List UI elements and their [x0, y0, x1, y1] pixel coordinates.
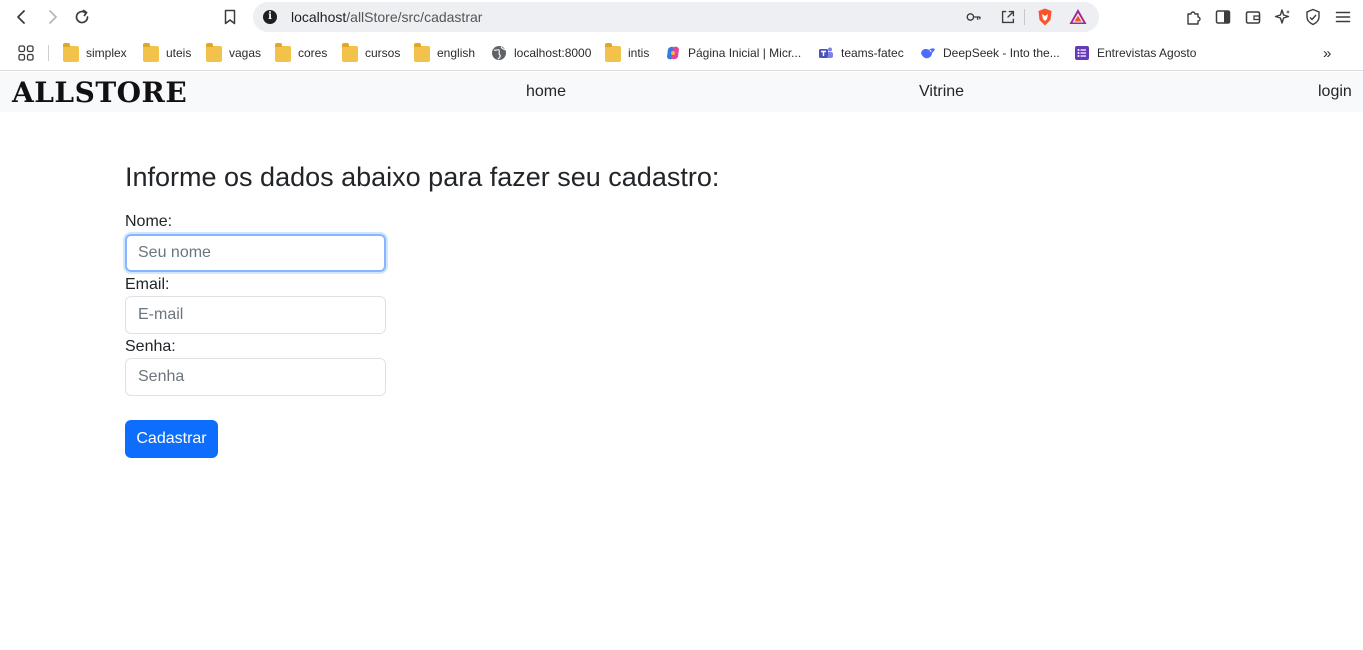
brand-logo[interactable]: ALLSTORE: [12, 76, 187, 109]
back-icon[interactable]: [11, 6, 33, 28]
folder-icon: [275, 43, 291, 62]
bookmark-cursos[interactable]: cursos: [342, 43, 401, 62]
url-path: /allStore/src/cadastrar: [346, 9, 483, 25]
bookmark-label: DeepSeek - Into the...: [943, 46, 1060, 60]
brave-shield-icon[interactable]: [1035, 7, 1055, 27]
apps-grid-icon[interactable]: [15, 42, 37, 64]
forms-icon: [1075, 46, 1089, 60]
bookmark-entrevistas-agosto[interactable]: Entrevistas Agosto: [1074, 44, 1196, 62]
vpn-shield-icon[interactable]: [1302, 6, 1324, 28]
bookmark-intis[interactable]: intis: [605, 43, 650, 62]
bookmark-simplex[interactable]: simplex: [63, 43, 127, 62]
url-text[interactable]: localhost/allStore/src/cadastrar: [291, 9, 482, 25]
address-bar[interactable]: i localhost/allStore/src/cadastrar: [253, 2, 1099, 32]
folder-icon: [414, 43, 430, 62]
folder-icon: [143, 43, 159, 62]
bookmark-teams-fatec[interactable]: teams-fatec: [818, 44, 904, 62]
info-icon[interactable]: i: [263, 10, 277, 24]
bookmark-label: Página Inicial | Micr...: [688, 46, 802, 60]
sidebar-icon[interactable]: [1212, 6, 1234, 28]
bookmark-label: intis: [628, 46, 650, 60]
copilot-icon: [667, 46, 679, 60]
folder-icon: [342, 43, 358, 62]
email-label: Email:: [125, 276, 170, 293]
forward-icon[interactable]: [41, 6, 63, 28]
folder-icon: [605, 43, 621, 62]
reload-icon[interactable]: [71, 6, 93, 28]
name-field[interactable]: [125, 234, 386, 272]
nav-link-vitrine[interactable]: Vitrine: [919, 83, 964, 101]
bookmark-label: uteis: [166, 46, 192, 60]
nav-link-home[interactable]: home: [526, 83, 566, 101]
brave-rewards-icon[interactable]: [1068, 7, 1088, 27]
site-navbar: ALLSTORE home Vitrine login: [0, 72, 1363, 112]
bookmark-cores[interactable]: cores: [275, 43, 328, 62]
nav-link-login[interactable]: login: [1318, 83, 1352, 101]
browser-toolbar: i localhost/allStore/src/cadastrar: [0, 0, 1363, 35]
password-field[interactable]: [125, 358, 386, 396]
menu-icon[interactable]: [1332, 6, 1354, 28]
bookmark-label: cores: [298, 46, 328, 60]
bookmark-localhost[interactable]: localhost:8000: [491, 44, 591, 62]
url-divider: [1024, 9, 1025, 25]
submit-button[interactable]: Cadastrar: [125, 420, 218, 458]
register-form-container: Informe os dados abaixo para fazer seu c…: [125, 160, 825, 193]
bookmark-icon[interactable]: [219, 6, 241, 28]
password-label: Senha:: [125, 338, 176, 355]
bookmark-label: localhost:8000: [514, 46, 592, 60]
bookmark-uteis[interactable]: uteis: [143, 43, 192, 62]
bookmarks-divider: [48, 45, 49, 61]
key-icon[interactable]: [964, 7, 984, 27]
folder-icon: [63, 43, 79, 62]
email-field[interactable]: [125, 296, 386, 334]
bookmark-label: english: [437, 46, 476, 60]
folder-icon: [206, 43, 222, 62]
wallet-icon[interactable]: [1242, 6, 1264, 28]
bookmark-label: cursos: [365, 46, 401, 60]
bookmarks-overflow-button[interactable]: »: [1323, 44, 1331, 62]
bookmark-label: teams-fatec: [841, 46, 904, 60]
url-host: localhost: [291, 9, 347, 25]
extensions-icon[interactable]: [1182, 6, 1204, 28]
teams-icon: [819, 47, 833, 58]
bookmark-label: vagas: [229, 46, 262, 60]
bookmark-pagina-inicial[interactable]: Página Inicial | Micr...: [665, 44, 801, 62]
deepseek-icon: [921, 48, 935, 59]
page-title: Informe os dados abaixo para fazer seu c…: [125, 162, 720, 192]
bookmark-vagas[interactable]: vagas: [206, 43, 262, 62]
share-icon[interactable]: [998, 7, 1018, 27]
bookmark-label: simplex: [86, 46, 127, 60]
name-label: Nome:: [125, 213, 173, 230]
bookmark-deepseek[interactable]: DeepSeek - Into the...: [920, 44, 1060, 62]
bookmark-label: Entrevistas Agosto: [1097, 46, 1197, 60]
globe-icon: [492, 46, 506, 60]
leo-ai-icon[interactable]: [1272, 6, 1294, 28]
bookmarks-bar: simplex uteis vagas cores cursos english…: [0, 35, 1363, 71]
bookmark-english[interactable]: english: [414, 43, 476, 62]
